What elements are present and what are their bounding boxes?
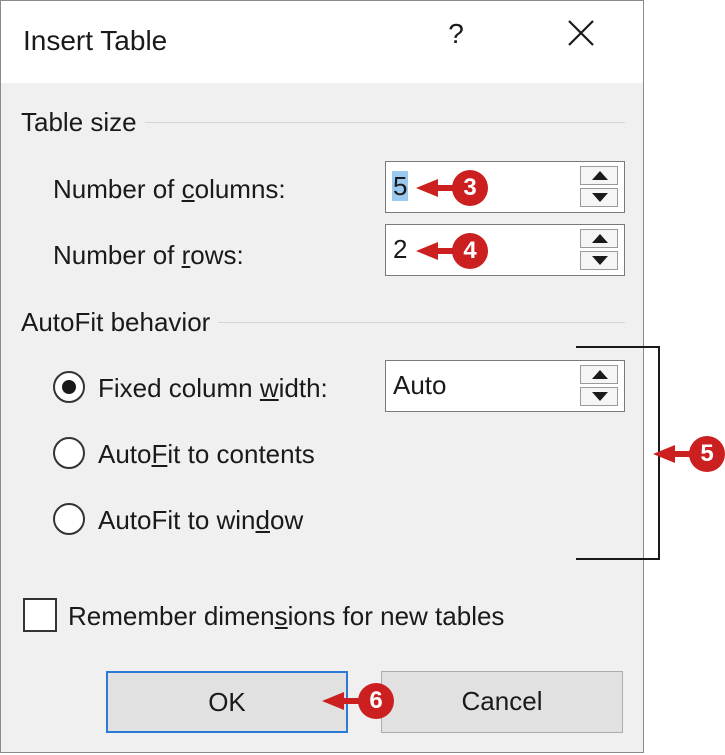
callout-3: 3	[416, 170, 488, 206]
column-width-input[interactable]: Auto	[392, 370, 448, 400]
remember-dimensions-label[interactable]: Remember dimensions for new tables	[68, 601, 504, 632]
autofit-bracket	[576, 346, 660, 560]
columns-label: Number of columns:	[53, 174, 286, 204]
table-size-group-label: Table size	[21, 107, 145, 138]
close-icon	[568, 20, 594, 46]
callout-4: 4	[416, 233, 488, 269]
fixed-column-width-radio[interactable]	[53, 371, 85, 403]
cancel-button[interactable]: Cancel	[381, 671, 623, 733]
rows-input[interactable]: 2	[392, 234, 408, 264]
callout-6: 6	[322, 683, 394, 719]
callout-3-number: 3	[463, 174, 477, 201]
radio-selected-dot	[62, 380, 76, 394]
autofit-group-label: AutoFit behavior	[21, 307, 219, 338]
autofit-contents-radio[interactable]	[53, 437, 85, 469]
chevron-up-icon	[592, 234, 608, 243]
columns-spin-buttons	[580, 166, 620, 208]
callout-5-number: 5	[700, 440, 714, 467]
rows-spin-buttons	[580, 229, 620, 271]
columns-spin-up[interactable]	[580, 166, 618, 185]
callout-6-number: 6	[369, 687, 383, 714]
columns-spin-down[interactable]	[580, 188, 618, 207]
dialog-title: Insert Table	[23, 25, 168, 56]
columns-input[interactable]: 5	[392, 171, 409, 201]
remember-dimensions-checkbox[interactable]	[23, 598, 57, 632]
autofit-contents-label[interactable]: AutoFit to contents	[98, 439, 315, 470]
insert-table-dialog: Insert Table ? Table size Number of colu…	[0, 0, 644, 753]
chevron-down-icon	[592, 193, 608, 202]
help-button[interactable]: ?	[431, 9, 481, 63]
chevron-up-icon	[592, 171, 608, 180]
rows-spin-up[interactable]	[580, 229, 618, 248]
autofit-window-radio[interactable]	[53, 503, 85, 535]
chevron-down-icon	[592, 256, 608, 265]
autofit-window-label[interactable]: AutoFit to window	[98, 505, 303, 536]
callout-4-number: 4	[463, 237, 477, 264]
rows-spin-down[interactable]	[580, 251, 618, 270]
ok-button[interactable]: OK	[106, 671, 348, 733]
callout-5: 5	[653, 436, 725, 472]
fixed-column-width-label[interactable]: Fixed column width:	[98, 373, 328, 404]
rows-label: Number of rows:	[53, 240, 244, 270]
title-bar: Insert Table ?	[1, 1, 643, 83]
close-button[interactable]	[554, 9, 608, 59]
